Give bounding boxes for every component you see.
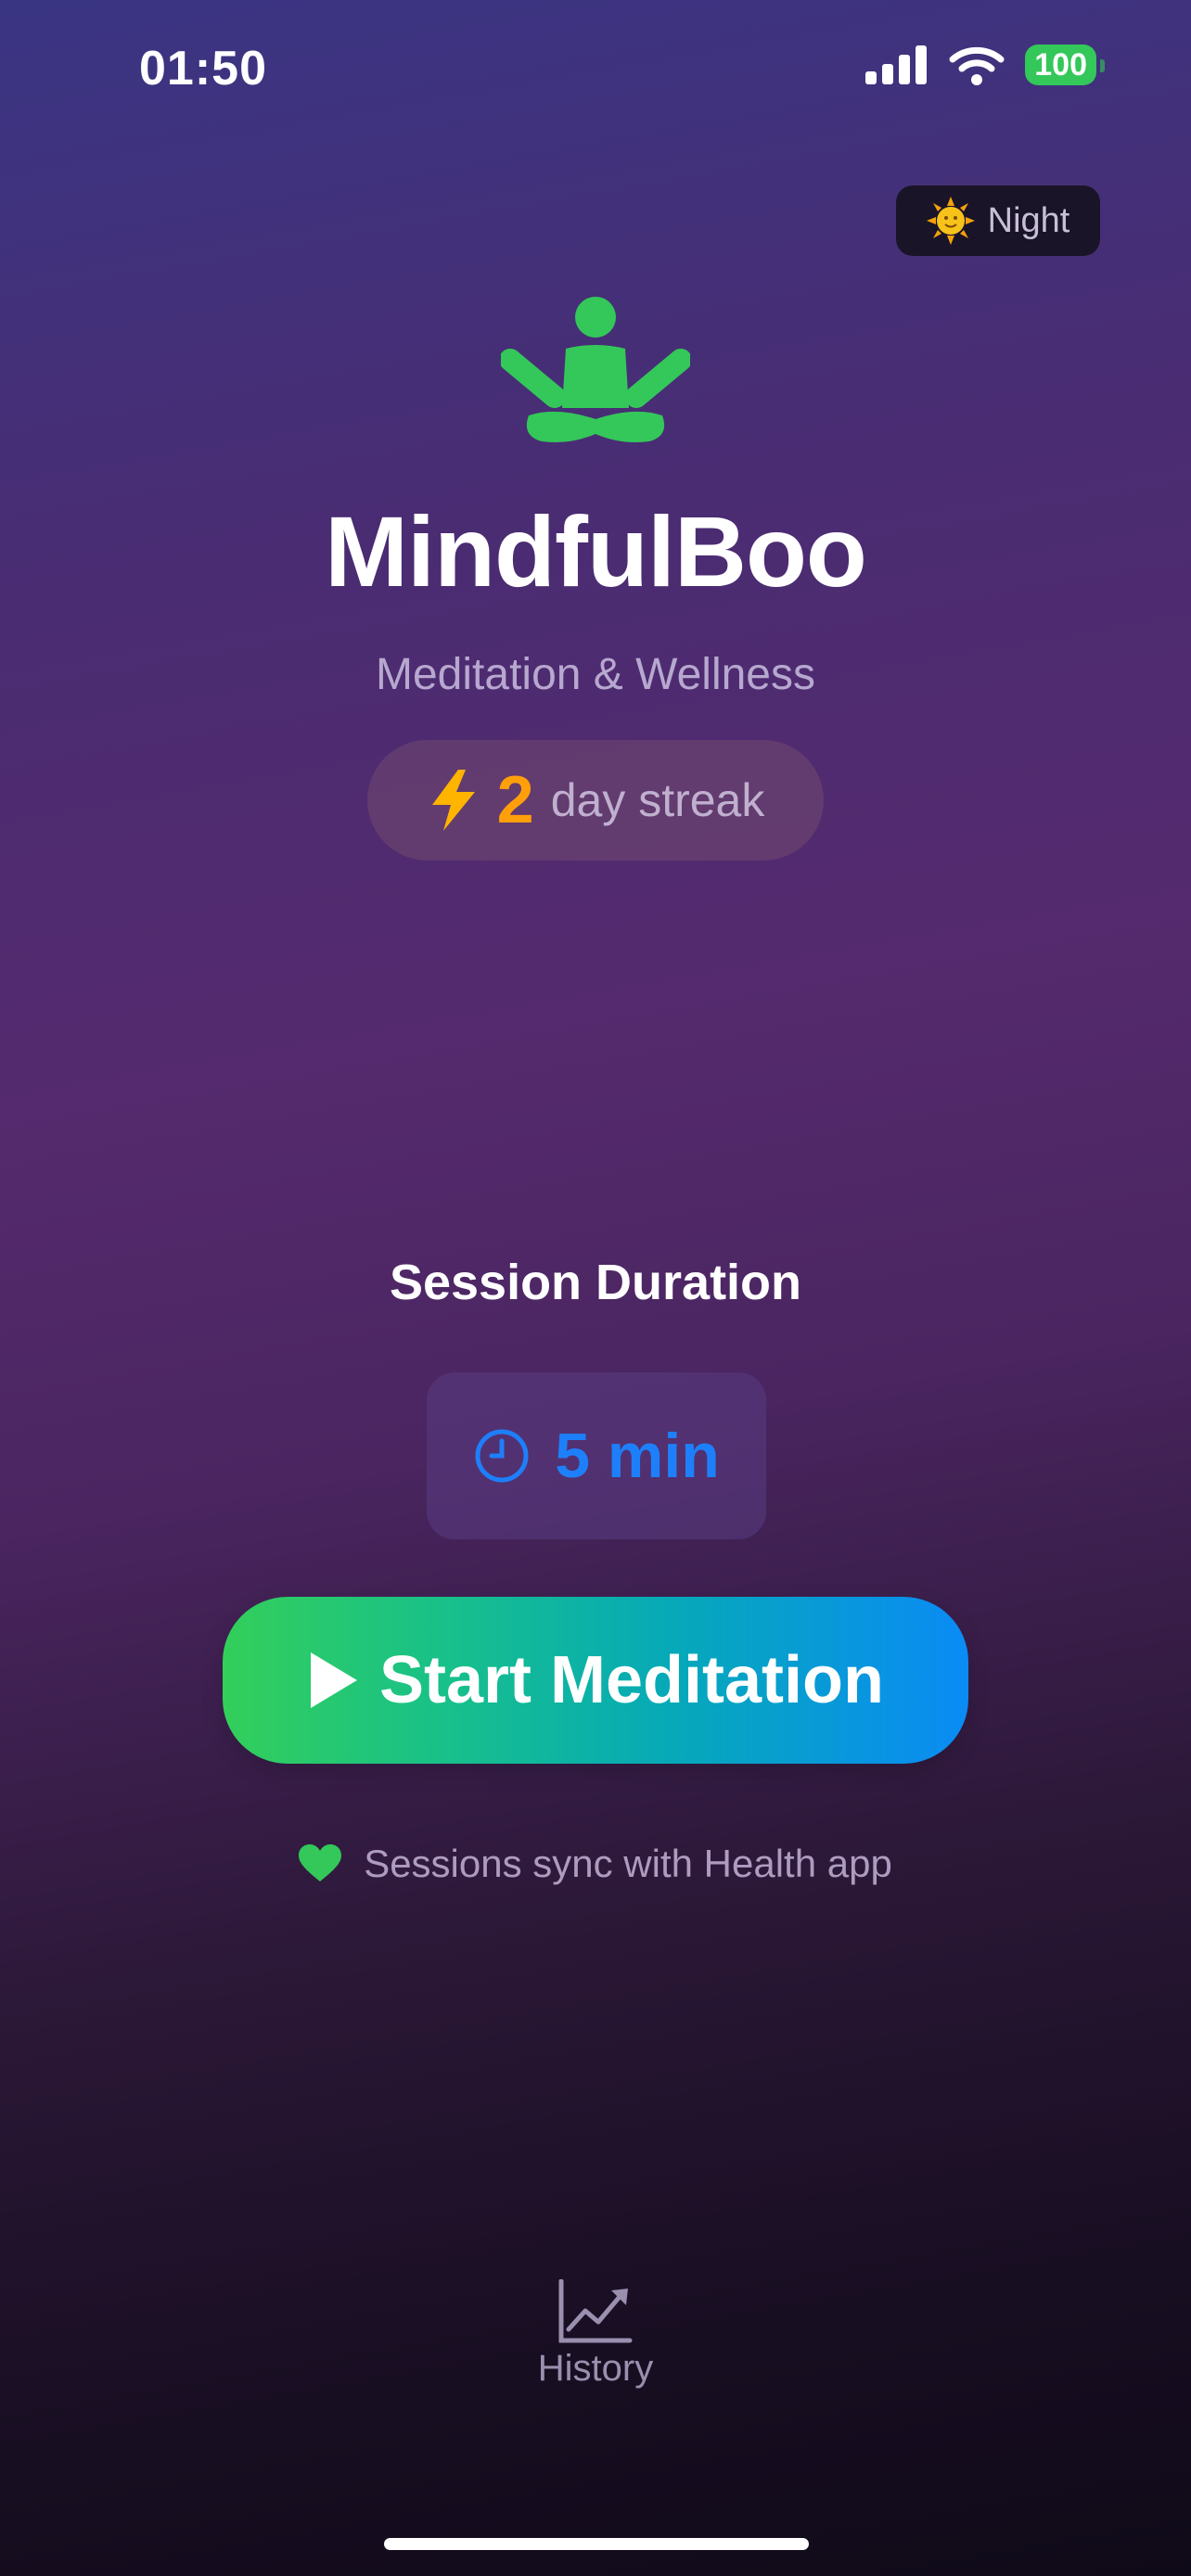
lightning-bolt-icon (431, 770, 475, 831)
wifi-icon (949, 46, 1005, 85)
duration-picker[interactable]: 5 min (427, 1372, 766, 1539)
session-duration-title: Session Duration (389, 1255, 802, 1310)
status-icons: 100 (865, 45, 1105, 85)
chart-trend-icon (558, 2279, 633, 2343)
app-title: MindfulBoo (325, 495, 867, 607)
streak-label: day streak (550, 774, 765, 826)
health-sync-note: Sessions sync with Health app (0, 1842, 1191, 1886)
streak-count: 2 (496, 763, 534, 837)
battery-indicator: 100 (1025, 45, 1105, 85)
clock-icon (475, 1429, 529, 1483)
signal-icon (865, 45, 928, 84)
streak-badge: 2 day streak (367, 740, 824, 861)
history-tab[interactable]: History (503, 2279, 688, 2390)
status-time: 01:50 (139, 42, 267, 96)
home-indicator[interactable] (384, 2538, 809, 2550)
start-meditation-label: Start Meditation (378, 1643, 884, 1717)
history-label: History (537, 2348, 654, 2389)
meditation-person-icon (501, 297, 690, 442)
duration-value: 5 min (555, 1421, 720, 1491)
app-subtitle: Meditation & Wellness (376, 650, 815, 699)
night-mode-toggle[interactable]: Night (896, 185, 1100, 256)
start-meditation-button[interactable]: Start Meditation (223, 1597, 968, 1764)
play-icon (310, 1652, 357, 1708)
night-mode-label: Night (987, 200, 1070, 240)
health-sync-text: Sessions sync with Health app (364, 1842, 892, 1885)
sun-face-icon (926, 197, 975, 245)
heart-icon (299, 1844, 342, 1881)
